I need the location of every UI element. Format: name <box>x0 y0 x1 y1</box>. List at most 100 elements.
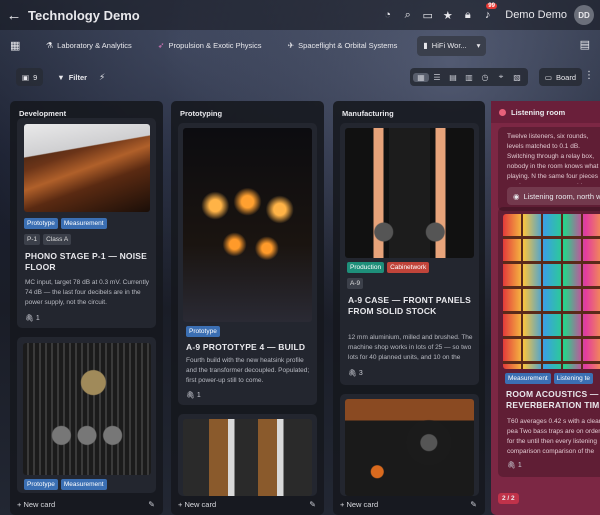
new-card-button[interactable]: + New card <box>340 500 378 509</box>
card-description: MC input, target 78 dB at 0.3 mV. Curren… <box>25 279 150 306</box>
card-image-speaker-closeup <box>345 399 474 496</box>
card-a9-case[interactable]: Production Cabinetwork A-9 A-9 CASE — FR… <box>340 123 479 385</box>
meta-label: P-1 <box>24 234 41 245</box>
column-title: Development <box>19 109 67 118</box>
column-header: Listening room <box>491 101 600 123</box>
page-indicator[interactable]: 2 / 2 <box>498 493 519 504</box>
user-name[interactable]: Demo Demo <box>505 9 567 21</box>
card-count: 9 <box>33 72 38 82</box>
card-meta: A-9 <box>347 278 364 289</box>
column-prototyping: Prototyping Prototype A-9 PROTOTYPE 4 — … <box>171 101 324 515</box>
meta-label: Class A <box>43 234 72 245</box>
tag-measurement[interactable]: Measurement <box>505 373 551 384</box>
card-wood-speakers[interactable] <box>178 414 317 496</box>
board-view-icon[interactable]: ▦ <box>413 72 429 82</box>
new-card-label: New card <box>23 500 56 509</box>
notification-badge: 99 <box>486 2 497 9</box>
card-image-speakers <box>183 419 312 496</box>
card-tags: Production Cabinetwork <box>347 262 430 273</box>
card-amplifier-interior[interactable]: Prototype Measurement <box>17 337 156 493</box>
filter-button[interactable]: ▼ Filter <box>51 68 93 86</box>
app-title: Technology Demo <box>28 7 140 23</box>
search-icon[interactable]: ⌕ <box>401 9 414 22</box>
back-arrow-icon[interactable]: ← <box>3 7 25 24</box>
card-title: PHONO STAGE P-1 — NOISE FLOOR <box>25 251 148 272</box>
card-speaker-closeup[interactable] <box>340 394 479 496</box>
grid-menu-icon[interactable]: ▦ <box>10 39 24 52</box>
location-label: Listening room, north wo... <box>523 191 600 201</box>
car-icon[interactable]: ▭ <box>421 9 434 22</box>
card-count-chip[interactable]: ▣ 9 <box>16 68 44 86</box>
timeline-view-icon[interactable]: ◷ <box>477 73 493 82</box>
view-switcher: ▦ ☰ ▤ ▥ ◷ ⌖ ▧ <box>410 68 528 86</box>
tabs-bar: ▦ ⚗ Laboratory & Analytics ➶ Propulsion & … <box>0 34 600 57</box>
tag-cabinetwork[interactable]: Cabinetwork <box>387 262 430 273</box>
new-card-label: New card <box>346 500 379 509</box>
magic-wand-icon[interactable]: ✎ <box>148 500 155 509</box>
card-image-vacuum-tubes <box>183 128 312 322</box>
magic-wand-icon[interactable]: ✎ <box>309 500 316 509</box>
tag-prototype[interactable]: Prototype <box>24 218 58 229</box>
star-icon[interactable]: ★ <box>441 9 454 22</box>
lightning-icon[interactable]: ⚡︎ <box>99 72 105 83</box>
card-tags: Measurement Listening te <box>505 373 593 384</box>
tab-hifi[interactable]: ▮ HiFi Wor... ▾ <box>417 35 487 56</box>
tag-measurement[interactable]: Measurement <box>60 218 107 229</box>
board-icon: ▭ <box>544 72 552 82</box>
attachments-count: 🖇︎ 1 <box>186 391 201 399</box>
filter-label: Filter <box>68 72 88 82</box>
tab-laboratory[interactable]: ⚗ Laboratory & Analytics <box>40 36 138 56</box>
paperclip-icon: 🖇︎ <box>348 370 357 377</box>
top-bar: ← Technology Demo ◔ ⌕ ▭ ★ 🔒︎ ♪ 99 Demo De… <box>0 0 600 30</box>
tag-prototype[interactable]: Prototype <box>24 479 58 490</box>
status-dot <box>499 108 506 116</box>
card-description: Fourth build with the new heatsink profi… <box>186 357 310 384</box>
book-icon[interactable]: ▤ <box>580 38 590 51</box>
card-tags: Prototype Measurement <box>24 218 107 229</box>
card-title: A-9 CASE — FRONT PANELS FROM SOLID STOCK <box>348 295 471 316</box>
tag-production[interactable]: Production <box>347 262 385 273</box>
card-a9-prototype[interactable]: Prototype A-9 PROTOTYPE 4 — BUILD Fourth… <box>178 123 317 405</box>
list-view-icon[interactable]: ☰ <box>429 73 445 82</box>
tag-listening-test[interactable]: Listening te <box>553 373 593 384</box>
tag-measurement[interactable]: Measurement <box>60 479 107 490</box>
tab-spaceflight[interactable]: ✈ Spaceflight & Orbital Systems <box>281 36 403 56</box>
tab-label: Spaceflight & Orbital Systems <box>298 41 398 50</box>
cards-icon: ▣ <box>22 72 30 82</box>
card-title: A-9 PROTOTYPE 4 — BUILD <box>186 342 306 352</box>
location-link[interactable]: ◉Listening room, north wo... <box>507 187 600 205</box>
meta-label: A-9 <box>347 278 364 289</box>
tab-label: HiFi Wor... <box>431 41 467 50</box>
card-description: T60 averages 0.42 s with a clear pea Two… <box>507 418 600 455</box>
table-view-icon[interactable]: ▤ <box>445 73 461 82</box>
card-room-acoustics[interactable]: Measurement Listening te ROOM ACOUSTICS … <box>498 207 600 477</box>
dashboard-icon[interactable]: ◔ <box>381 9 394 22</box>
tag-prototype[interactable]: Prototype <box>186 326 220 337</box>
tab-label: Laboratory & Analytics <box>57 41 132 50</box>
card-phono-stage[interactable]: Prototype Measurement P-1 Class A PHONO … <box>17 118 156 328</box>
card-description: 12 mm aluminium, milled and brushed. The… <box>348 334 473 361</box>
new-card-button[interactable]: + New card <box>178 500 216 509</box>
board-view-button[interactable]: ▭ Board <box>538 68 582 86</box>
column-listening-room: Listening room Twelve listeners, six rou… <box>491 101 600 515</box>
avatar[interactable]: DD <box>574 5 594 25</box>
more-options-icon[interactable]: ⋮ <box>584 70 594 81</box>
new-card-button[interactable]: + New card <box>17 500 55 509</box>
card-listening-test[interactable]: Twelve listeners, six rounds, levels mat… <box>498 127 600 211</box>
bell-icon[interactable]: ♪ 99 <box>481 2 497 22</box>
card-meta: P-1 Class A <box>24 234 72 245</box>
lock-icon[interactable]: 🔒︎ <box>461 9 474 22</box>
rocket-icon: ➶ <box>157 41 165 50</box>
tab-propulsion[interactable]: ➶ Propulsion & Exotic Physics <box>152 36 268 56</box>
attachment-number: 1 <box>196 392 201 399</box>
map-view-icon[interactable]: ⌖ <box>493 72 509 82</box>
calendar-view-icon[interactable]: ▥ <box>461 73 477 82</box>
card-image-record-shelf <box>503 214 600 369</box>
column-manufacturing: Manufacturing Production Cabinetwork A-9… <box>333 101 485 515</box>
gallery-view-icon[interactable]: ▧ <box>509 73 525 82</box>
satellite-icon: ✈ <box>287 41 295 50</box>
board-label: Board <box>555 72 576 82</box>
attachment-number: 1 <box>517 462 522 469</box>
card-tags: Prototype Measurement <box>24 479 107 490</box>
magic-wand-icon[interactable]: ✎ <box>470 500 477 509</box>
